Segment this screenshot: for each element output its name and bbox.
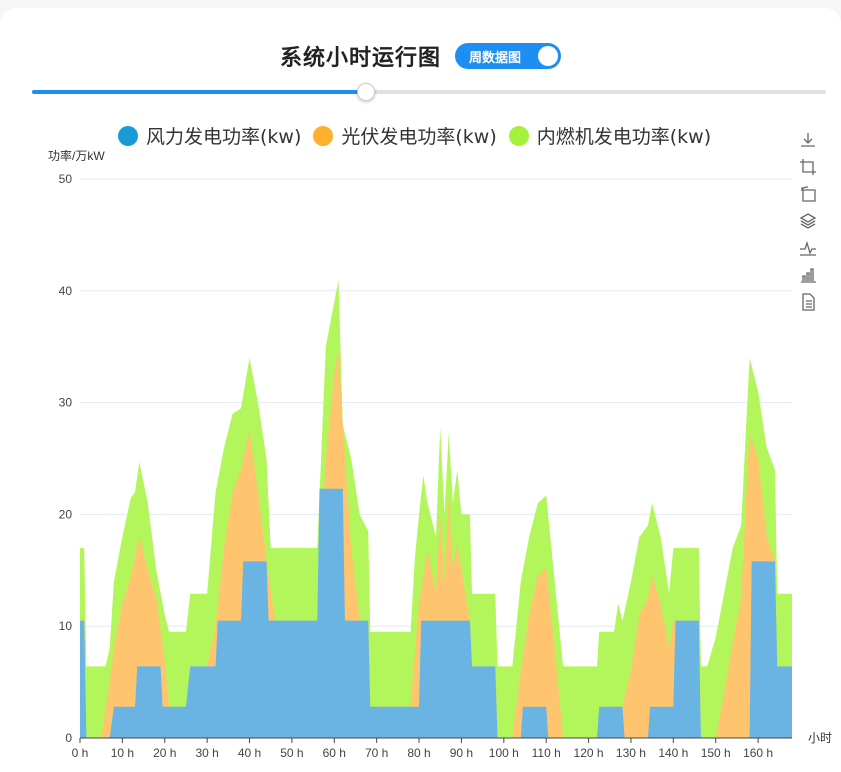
y-tick-label: 20 [59,507,73,521]
x-tick-label: 20 h [153,746,176,760]
x-tick-label: 60 h [323,746,346,760]
x-tick-label: 110 h [532,746,561,760]
chart-card: 系统小时运行图 周数据图 风力发电功率(kw) 光伏发电功率(kw) 内燃机发电… [0,8,841,772]
x-tick-label: 90 h [450,746,473,760]
x-tick-label: 10 h [111,746,134,760]
x-tick-label: 30 h [195,746,218,760]
y-axis-label: 功率/万kW [48,148,105,163]
x-axis-label: 小时 [808,731,832,745]
y-tick-label: 40 [59,284,73,298]
y-tick-label: 0 [65,731,72,745]
y-tick-label: 10 [59,619,73,633]
x-tick-label: 150 h [701,746,731,760]
x-tick-label: 0 h [72,746,89,760]
x-tick-label: 40 h [238,746,261,760]
y-tick-label: 50 [59,172,73,186]
x-tick-label: 140 h [658,746,688,760]
y-tick-label: 30 [59,396,73,410]
x-tick-label: 50 h [280,746,303,760]
x-tick-label: 120 h [574,746,604,760]
x-tick-label: 130 h [616,746,646,760]
x-tick-label: 70 h [365,746,388,760]
x-tick-label: 100 h [489,746,519,760]
x-tick-label: 80 h [407,746,430,760]
stacked-area-chart: 0 10 20 30 40 50 0 h 10 h 20 h 30 h 40 h 50 h 60 h 70… [48,148,832,760]
area-layer [80,279,792,738]
x-tick-label: 160 h [743,746,773,760]
